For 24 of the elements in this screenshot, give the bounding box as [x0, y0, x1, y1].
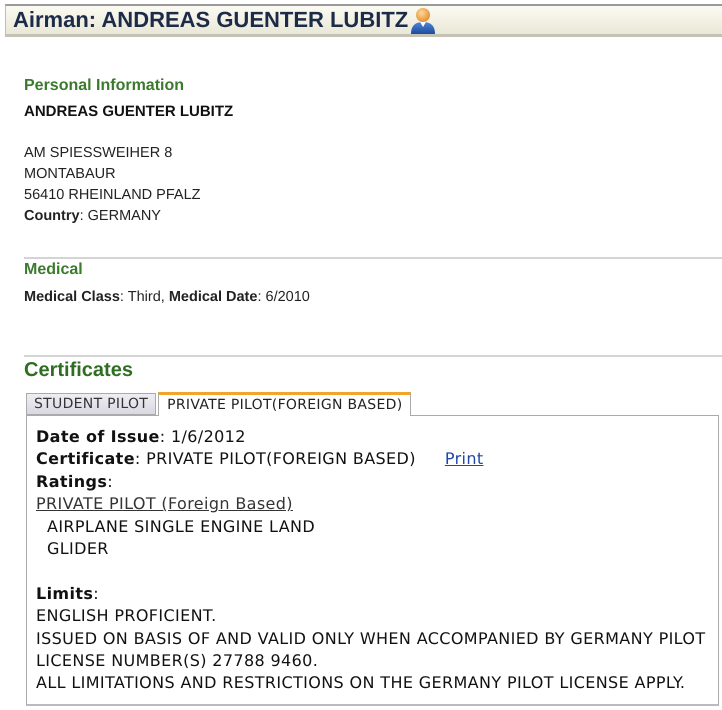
address-line: AM SPIESSWEIHER 8 [24, 144, 172, 163]
person-icon [410, 6, 436, 34]
address-line: MONTABAUR [24, 165, 116, 184]
limit-text: ISSUED ON BASIS OF AND VALID ONLY WHEN ACCOMPANIED BY GERMANY PILOT LICENSE NUMBER(S) 27788 9460. [36, 628, 706, 672]
airman-name: ANDREAS GUENTER LUBITZ [24, 102, 234, 122]
section-heading: Certificates [24, 358, 133, 382]
rating-item: GLIDER [47, 538, 109, 560]
country-text: Country: GERMANY [24, 207, 161, 226]
limit-text: ENGLISH PROFICIENT. [36, 605, 218, 628]
certificate-text: Certificate: PRIVATE PILOT(FOREIGN BASED) [36, 448, 416, 470]
ratings-label: Ratings: [36, 470, 113, 493]
page-title: Airman: ANDREAS GUENTER LUBITZ [13, 6, 408, 34]
tab[interactable]: PRIVATE PILOT(FOREIGN BASED) [158, 392, 412, 416]
limits-label: Limits: [36, 582, 99, 605]
tab[interactable]: STUDENT PILOT [26, 393, 156, 415]
section-heading: Personal Information [24, 76, 184, 96]
medical-info: Medical Class: Third, Medical Date: 6/2010 [24, 288, 310, 307]
limit-text: ALL LIMITATIONS AND RESTRICTIONS ON THE GERMANY PILOT LICENSE APPLY. [36, 672, 686, 694]
rating-title: PRIVATE PILOT (Foreign Based) [36, 493, 293, 516]
rating-item: AIRPLANE SINGLE ENGINE LAND [47, 516, 316, 538]
issue-date-text: Date of Issue: 1/6/2012 [36, 426, 246, 448]
section-heading: Medical [24, 260, 83, 280]
print-link[interactable]: Print [444, 448, 484, 471]
address-line: 56410 RHEINLAND PFALZ [24, 186, 200, 205]
